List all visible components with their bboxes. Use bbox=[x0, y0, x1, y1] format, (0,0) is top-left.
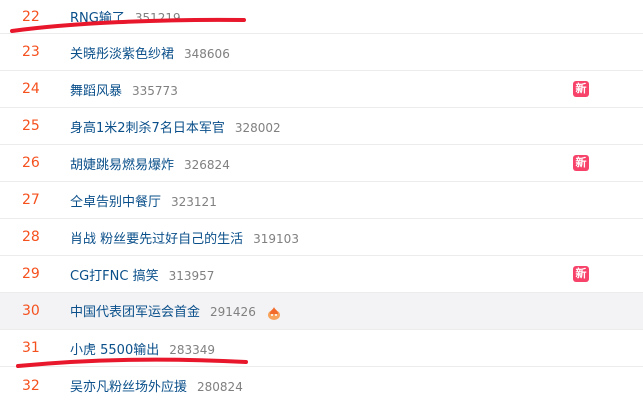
topic-title[interactable]: 中国代表团军运会首金 bbox=[70, 305, 200, 320]
topic-title[interactable]: 肖战 粉丝要先过好自己的生活 bbox=[70, 232, 243, 247]
topic-link[interactable]: 中国代表团军运会首金 291426 bbox=[70, 301, 282, 321]
list-item[interactable]: 31 小虎 5500输出 283349 bbox=[0, 330, 643, 367]
topic-title[interactable]: CG打FNC 搞笑 bbox=[70, 269, 159, 284]
topic-title[interactable]: 舞蹈风暴 bbox=[70, 84, 122, 99]
list-item[interactable]: 32 吴亦凡粉丝场外应援 280824 bbox=[0, 367, 643, 404]
topic-link[interactable]: CG打FNC 搞笑 313957 bbox=[70, 265, 214, 284]
rank-number: 31 bbox=[22, 340, 40, 356]
topic-link[interactable]: 身高1米2刺杀7名日本军官 328002 bbox=[70, 117, 281, 136]
rank-number: 29 bbox=[22, 266, 40, 282]
topic-title[interactable]: 身高1米2刺杀7名日本军官 bbox=[70, 121, 225, 136]
list-item[interactable]: 30 中国代表团军运会首金 291426 bbox=[0, 293, 643, 330]
list-item[interactable]: 27 仝卓告别中餐厅 323121 bbox=[0, 182, 643, 219]
hot-search-list: 22 RNG输了 351219 23 关晓彤淡紫色纱裙 348606 24 舞蹈风暴… bbox=[0, 0, 643, 404]
topic-title[interactable]: 关晓彤淡紫色纱裙 bbox=[70, 47, 174, 62]
search-count: 323121 bbox=[171, 194, 217, 209]
topic-title[interactable]: 吴亦凡粉丝场外应援 bbox=[70, 380, 187, 395]
new-badge: 新 bbox=[573, 81, 589, 97]
search-count: 319103 bbox=[253, 231, 299, 246]
search-count: 351219 bbox=[134, 11, 181, 25]
topic-link[interactable]: 吴亦凡粉丝场外应援 280824 bbox=[70, 376, 243, 395]
topic-link[interactable]: 关晓彤淡紫色纱裙 348606 bbox=[70, 43, 230, 62]
list-item[interactable]: 28 肖战 粉丝要先过好自己的生活 319103 bbox=[0, 219, 643, 256]
list-item[interactable]: 24 舞蹈风暴 335773 新 bbox=[0, 71, 643, 108]
topic-link[interactable]: 肖战 粉丝要先过好自己的生活 319103 bbox=[70, 228, 299, 247]
topic-title[interactable]: 胡婕跳易燃易爆炸 bbox=[70, 158, 174, 173]
list-item[interactable]: 29 CG打FNC 搞笑 313957 新 bbox=[0, 256, 643, 293]
rank-number: 26 bbox=[22, 155, 40, 171]
list-item[interactable]: 25 身高1米2刺杀7名日本军官 328002 bbox=[0, 108, 643, 145]
search-count: 291426 bbox=[210, 305, 256, 320]
rank-number: 28 bbox=[22, 229, 40, 245]
rank-number: 30 bbox=[22, 303, 40, 319]
topic-link[interactable]: RNG输了 351219 bbox=[70, 7, 181, 26]
topic-link[interactable]: 小虎 5500输出 283349 bbox=[70, 339, 215, 358]
search-count: 335773 bbox=[132, 83, 178, 98]
search-count: 280824 bbox=[197, 380, 243, 394]
new-badge: 新 bbox=[573, 266, 589, 282]
new-badge: 新 bbox=[573, 155, 589, 171]
topic-title[interactable]: RNG输了 bbox=[70, 11, 125, 26]
rank-number: 23 bbox=[22, 44, 40, 60]
topic-title[interactable]: 仝卓告别中餐厅 bbox=[70, 195, 161, 210]
list-item[interactable]: 22 RNG输了 351219 bbox=[0, 0, 643, 34]
list-item[interactable]: 23 关晓彤淡紫色纱裙 348606 bbox=[0, 34, 643, 71]
search-count: 328002 bbox=[234, 120, 281, 135]
topic-link[interactable]: 仝卓告别中餐厅 323121 bbox=[70, 191, 217, 210]
rank-number: 27 bbox=[22, 192, 40, 208]
fire-icon bbox=[267, 306, 280, 320]
search-count: 326824 bbox=[184, 157, 230, 172]
rank-number: 24 bbox=[22, 81, 40, 97]
search-count: 283349 bbox=[169, 342, 216, 357]
rank-number: 32 bbox=[22, 377, 40, 394]
topic-link[interactable]: 胡婕跳易燃易爆炸 326824 bbox=[70, 154, 230, 173]
rank-number: 22 bbox=[22, 8, 40, 25]
rank-number: 25 bbox=[22, 118, 40, 134]
search-count: 348606 bbox=[184, 46, 230, 61]
topic-title[interactable]: 小虎 5500输出 bbox=[70, 343, 159, 358]
topic-link[interactable]: 舞蹈风暴 335773 bbox=[70, 80, 178, 99]
search-count: 313957 bbox=[168, 268, 215, 283]
list-item[interactable]: 26 胡婕跳易燃易爆炸 326824 新 bbox=[0, 145, 643, 182]
